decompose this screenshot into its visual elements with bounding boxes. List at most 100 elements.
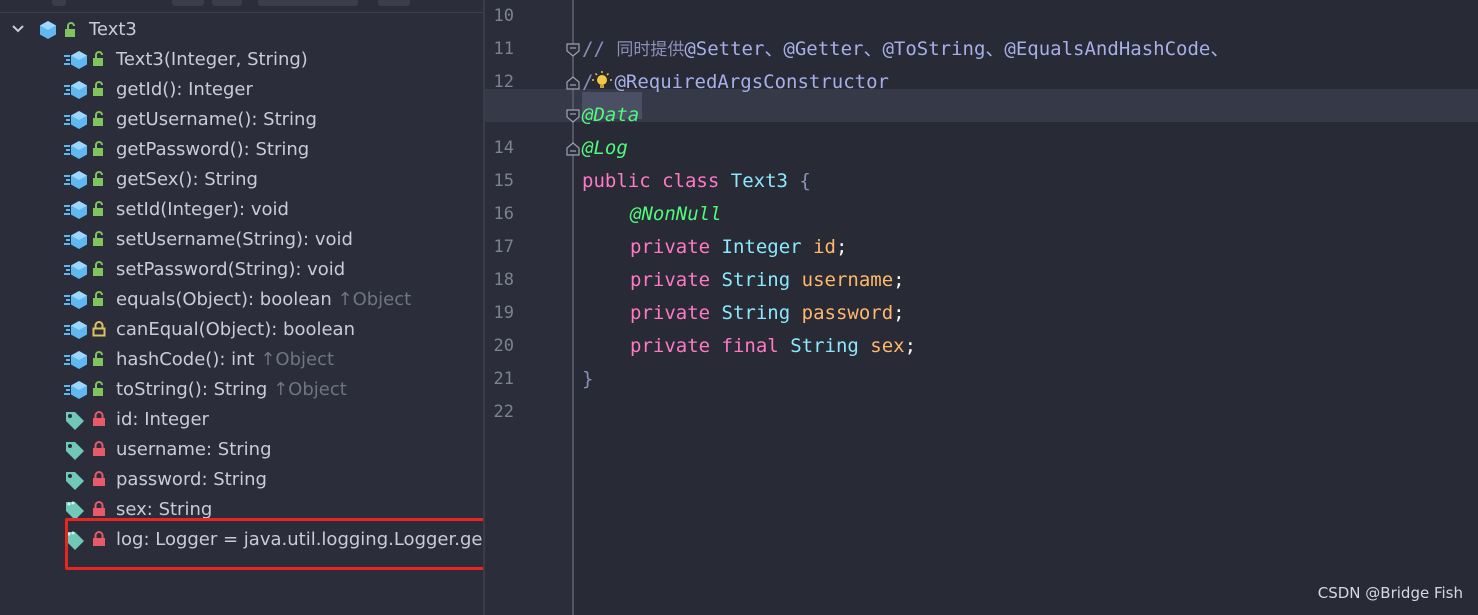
keyword: private xyxy=(630,335,711,357)
tree-item[interactable]: getId(): Integer xyxy=(0,74,483,104)
field-name: id xyxy=(813,236,836,258)
tree-item[interactable]: id: Integer xyxy=(0,404,483,434)
tree-item-label: canEqual(Object): boolean xyxy=(116,318,355,340)
chevron-down-icon[interactable] xyxy=(11,23,25,35)
line-number: 16 xyxy=(493,204,514,224)
field-tag-icon xyxy=(66,472,84,490)
annotation: @Data xyxy=(582,104,640,126)
line-number: 22 xyxy=(493,402,514,422)
field-tag-icon xyxy=(66,412,84,430)
keyword: public xyxy=(582,170,651,192)
code-line[interactable]: private Integer id; xyxy=(630,231,847,264)
fold-marker-icon[interactable] xyxy=(566,76,580,90)
tree-item-label: password: String xyxy=(116,468,267,490)
unlock-icon xyxy=(93,81,103,96)
code-line[interactable]: / @RequiredArgsConstructor xyxy=(582,66,889,99)
tree-item[interactable]: setPassword(String): void xyxy=(0,254,483,284)
tree-item[interactable]: hashCode(): int ↑Object xyxy=(0,344,483,374)
comment-annotations: @Setter、@Getter、@ToString、@EqualsAndHash… xyxy=(684,38,1230,60)
tree-item-label: setUsername(String): void xyxy=(116,228,353,250)
comment-text: 同时提供 xyxy=(616,40,685,60)
class-name: Text3 xyxy=(730,170,788,192)
line-number: 10 xyxy=(493,6,514,26)
tree-item[interactable]: getSex(): String xyxy=(0,164,483,194)
tree-item[interactable]: setUsername(String): void xyxy=(0,224,483,254)
inherited-label: ↑Object xyxy=(260,348,335,370)
code-line[interactable]: private String username; xyxy=(630,264,905,297)
code-line[interactable]: @Log xyxy=(582,132,628,165)
comment-prefix: // xyxy=(582,38,617,60)
tree-item-label: equals(Object): boolean xyxy=(116,288,332,310)
tree-item-label: setPassword(String): void xyxy=(116,258,346,280)
tree-item[interactable]: canEqual(Object): boolean xyxy=(0,314,483,344)
lock-icon xyxy=(93,411,105,426)
method-icon xyxy=(64,81,87,99)
tree-item[interactable]: getPassword(): String xyxy=(0,134,483,164)
brace: } xyxy=(582,368,594,390)
keyword: private xyxy=(630,236,711,258)
method-icon xyxy=(64,141,87,159)
unlock-icon xyxy=(93,141,103,156)
fold-marker-icon[interactable] xyxy=(566,109,580,123)
method-icon xyxy=(64,381,87,399)
tree-item[interactable]: toString(): String ↑Object xyxy=(0,374,483,404)
fold-marker-icon[interactable] xyxy=(566,43,580,57)
unlock-icon xyxy=(93,171,103,186)
code-line[interactable]: public class Text3 { xyxy=(582,165,811,198)
tree-item[interactable]: getUsername(): String xyxy=(0,104,483,134)
unlock-icon xyxy=(93,201,103,216)
highlight-box xyxy=(65,518,483,570)
type-name: String xyxy=(790,335,859,357)
semicolon: ; xyxy=(893,269,905,291)
lock-icon xyxy=(93,441,105,456)
code-line[interactable]: // 同时提供@Setter、@Getter、@ToString、@Equals… xyxy=(582,33,1229,66)
tree-root-text3[interactable]: Text3 xyxy=(0,14,483,44)
type-name: String xyxy=(721,302,791,324)
lightbulb-icon[interactable] xyxy=(591,70,613,92)
unlock-icon xyxy=(93,231,103,246)
unlock-icon xyxy=(93,111,103,126)
keyword: final xyxy=(721,335,779,357)
gutter-separator xyxy=(572,0,574,615)
tree-item-label: username: String xyxy=(116,438,272,460)
tree-item-label: toString(): String xyxy=(116,378,268,400)
tree-item-label: sex: String xyxy=(116,498,213,520)
tree-item[interactable]: Text3(Integer, String) xyxy=(0,44,483,74)
unlock-icon xyxy=(93,381,103,396)
line-number: 15 xyxy=(493,171,514,191)
line-number: 21 xyxy=(493,369,514,389)
unlock-icon xyxy=(93,351,103,366)
method-icon xyxy=(64,51,87,69)
unlock-icon xyxy=(93,51,103,66)
tree-item[interactable]: setId(Integer): void xyxy=(0,194,483,224)
tree-item-label: getUsername(): String xyxy=(116,108,317,130)
lock-icon xyxy=(92,321,106,337)
code-line[interactable]: } xyxy=(582,363,593,396)
lock-icon xyxy=(93,471,105,486)
code-line[interactable]: @Data xyxy=(582,99,639,132)
line-number: 18 xyxy=(493,270,514,290)
structure-panel: Text3 Text3(Integer, String) getId(): Int… xyxy=(0,0,483,615)
method-icon xyxy=(64,351,87,369)
method-icon xyxy=(64,291,87,309)
field-name: password xyxy=(801,302,894,324)
field-name: username xyxy=(801,269,894,291)
code-line[interactable]: private String password; xyxy=(630,297,905,330)
semicolon: ; xyxy=(904,335,917,357)
brace: { xyxy=(799,170,811,192)
tree-item-label: getPassword(): String xyxy=(116,138,310,160)
method-icon xyxy=(64,171,87,189)
line-number: 14 xyxy=(493,138,514,158)
type-name: Integer xyxy=(721,236,802,258)
code-line[interactable]: @NonNull xyxy=(630,198,722,231)
tree-item[interactable]: username: String xyxy=(0,434,483,464)
code-line[interactable]: private final String sex; xyxy=(630,330,916,363)
tree-item[interactable]: equals(Object): boolean ↑Object xyxy=(0,284,483,314)
line-number: 17 xyxy=(493,237,514,257)
tree-item[interactable]: password: String xyxy=(0,464,483,494)
keyword: class xyxy=(662,170,720,192)
annotation: @Log xyxy=(582,137,628,159)
lock-icon xyxy=(93,501,105,516)
fold-marker-icon[interactable] xyxy=(566,142,580,156)
method-icon xyxy=(64,261,87,279)
